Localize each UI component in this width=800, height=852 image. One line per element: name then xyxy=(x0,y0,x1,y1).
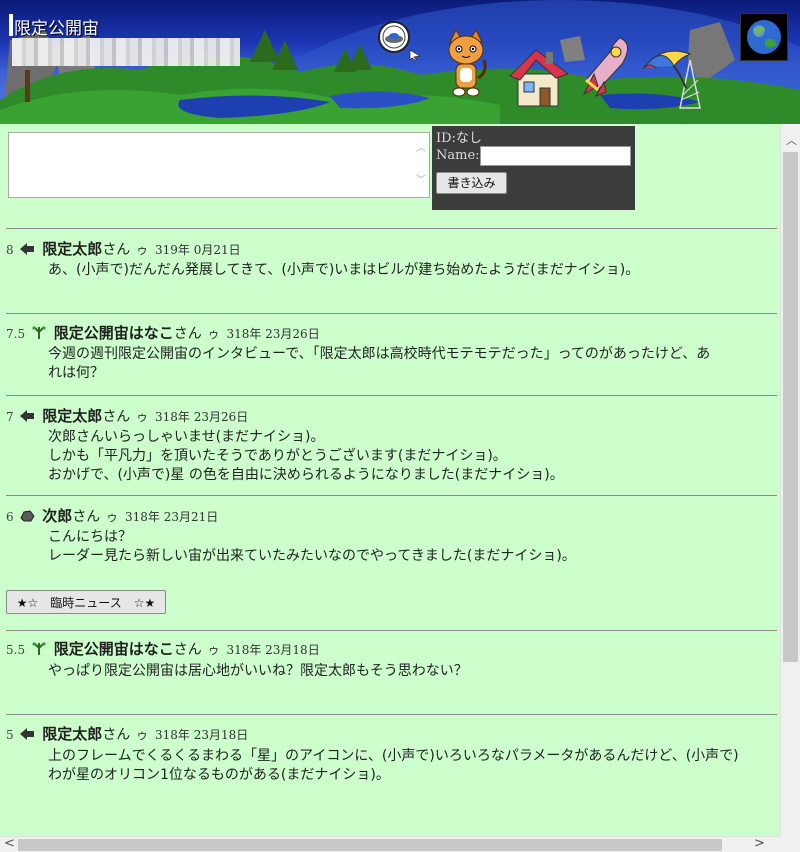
header-banner: 限定公開宙 xyxy=(0,0,800,124)
horizontal-scroll-thumb[interactable] xyxy=(18,839,722,851)
umbrella-icon[interactable] xyxy=(640,44,698,94)
post-header: 6 次郎さん ゥ 318年 23月21日 xyxy=(6,507,218,526)
post-line: あ、(小声で)だんだん発展してきて、(小声で)いまはビルが建ち始めたようだ(まだ… xyxy=(48,262,640,278)
cat-character-icon[interactable] xyxy=(442,28,490,100)
globe-button[interactable] xyxy=(740,13,788,61)
post-author[interactable]: 限定太郎 xyxy=(42,240,102,258)
post-number: 5 xyxy=(6,728,14,742)
post-body: やっぱり限定公開宙は居心地がいいね？限定太郎もそう思わない？ xyxy=(48,662,760,681)
flower-icon xyxy=(32,326,46,339)
post-number: 6 xyxy=(6,510,14,524)
post-author[interactable]: 限定太郎 xyxy=(42,407,102,425)
post-u-mark: ゥ xyxy=(106,510,119,524)
post-date: 318年 23月18日 xyxy=(154,728,249,742)
rock-icon xyxy=(20,510,36,522)
post-honorific: さん xyxy=(102,727,131,743)
scroll-left-icon[interactable]: < xyxy=(4,836,15,851)
post-author[interactable]: 次郎 xyxy=(42,507,72,525)
title-accent-bar xyxy=(9,14,13,36)
post-author[interactable]: 限定公開宙はなこ xyxy=(54,324,174,342)
page-title: 限定公開宙 xyxy=(14,19,99,39)
post-line: やっぱり限定公開宙は居心地がいいね？限定太郎もそう思わない？ xyxy=(48,663,468,679)
post-number: 8 xyxy=(6,243,14,257)
flower-icon xyxy=(32,642,46,655)
post-divider xyxy=(6,495,777,496)
post-body: あ、(小声で)だんだん発展してきて、(小声で)いまはビルが建ち始めたようだ(まだ… xyxy=(48,261,760,280)
post-honorific: さん xyxy=(173,326,202,342)
submit-button[interactable]: 書き込み xyxy=(436,172,507,194)
arrow-icon xyxy=(20,728,35,740)
breaking-news-button[interactable]: ★☆ 臨時ニュース ☆★ xyxy=(6,590,166,614)
arrow-icon xyxy=(20,410,35,422)
post-form-panel: ID:なし Name: 書き込み xyxy=(432,126,635,210)
post-line: れは何？ xyxy=(48,365,104,381)
radar-search-icon[interactable] xyxy=(376,20,422,60)
id-label: ID:なし xyxy=(436,131,482,146)
post-line: レーダー見たら新しい宙が出来ていたみたいなのでやってきました(まだナイショ)。 xyxy=(48,548,576,564)
post-u-mark: ゥ xyxy=(207,327,220,341)
post-divider xyxy=(6,714,777,715)
post-honorific: さん xyxy=(72,509,101,525)
post-divider xyxy=(6,630,777,631)
post-u-mark: ゥ xyxy=(136,728,149,742)
textarea-scrollbar[interactable]: ︿ ﹀ xyxy=(413,133,429,197)
post-line: 次郎さんいらっしゃいませ(まだナイショ)。 xyxy=(48,429,325,445)
post-header: 5 限定太郎さん ゥ 318年 23月18日 xyxy=(6,725,248,744)
post-date: 318年 23月26日 xyxy=(154,410,249,424)
scrollbar-corner xyxy=(780,836,800,852)
post-date: 319年 0月21日 xyxy=(154,243,241,257)
post-body: こんにちは？ レーダー見たら新しい宙が出来ていたみたいなのでやってきました(まだ… xyxy=(48,528,760,566)
post-divider xyxy=(6,228,777,229)
rocket-icon[interactable] xyxy=(576,34,636,98)
post-line: こんにちは？ xyxy=(48,529,132,545)
name-label: Name: xyxy=(436,148,480,163)
blurred-subtitle xyxy=(12,38,240,66)
post-header: 7.5 限定公開宙はなこさん ゥ 318年 23月26日 xyxy=(6,324,320,343)
post-date: 318年 23月18日 xyxy=(226,643,320,657)
scroll-right-icon[interactable]: > xyxy=(754,836,765,851)
name-input[interactable] xyxy=(480,146,631,166)
vertical-scroll-thumb[interactable] xyxy=(783,152,798,662)
post-u-mark: ゥ xyxy=(207,643,220,657)
post-body: 次郎さんいらっしゃいませ(まだナイショ)。 しかも「平凡力」を頂いたそうでありが… xyxy=(48,428,760,485)
arrow-icon xyxy=(20,243,35,255)
vertical-scrollbar[interactable]: ︿ xyxy=(780,124,800,836)
scroll-up-icon[interactable]: ︿ xyxy=(786,132,797,148)
post-header: 8 限定太郎さん ゥ 319年 0月21日 xyxy=(6,240,241,259)
post-honorific: さん xyxy=(102,242,131,258)
globe-icon xyxy=(747,20,781,54)
post-author[interactable]: 限定太郎 xyxy=(42,725,102,743)
post-line: 上のフレームでくるくるまわる「星」のアイコンに、(小声で)いろいろなパラメータが… xyxy=(48,748,739,764)
message-textarea[interactable] xyxy=(8,132,430,198)
post-divider xyxy=(6,313,777,314)
post-line: 今週の週刊限定公開宙のインタビューで、「限定太郎は高校時代モテモテだった」っての… xyxy=(48,346,711,362)
post-divider xyxy=(6,395,777,396)
bbs-content-frame: ︿ ﹀ ID:なし Name: 書き込み 8 限定太郎さん ゥ 319年 0月21… xyxy=(0,124,780,836)
post-line: わが星のオリコン1位なるものがある(まだナイショ)。 xyxy=(48,767,390,783)
post-number: 7 xyxy=(6,410,14,424)
post-header: 7 限定太郎さん ゥ 318年 23月26日 xyxy=(6,407,248,426)
post-u-mark: ゥ xyxy=(136,410,149,424)
post-number: 7.5 xyxy=(6,327,26,341)
post-honorific: さん xyxy=(102,409,131,425)
post-body: 今週の週刊限定公開宙のインタビューで、「限定太郎は高校時代モテモテだった」っての… xyxy=(48,345,760,383)
post-date: 318年 23月26日 xyxy=(226,327,320,341)
post-line: しかも「平凡力」を頂いたそうでありがとうございます(まだナイショ)。 xyxy=(48,448,507,464)
post-u-mark: ゥ xyxy=(136,243,149,257)
post-line: おかげで、(小声で)星 の色を自由に決められるようになりました(まだナイショ)。 xyxy=(48,467,564,483)
post-header: 5.5 限定公開宙はなこさん ゥ 318年 23月18日 xyxy=(6,640,320,659)
post-number: 5.5 xyxy=(6,643,26,657)
house-icon[interactable] xyxy=(506,44,572,110)
post-body: 上のフレームでくるくるまわる「星」のアイコンに、(小声で)いろいろなパラメータが… xyxy=(48,747,760,785)
post-honorific: さん xyxy=(173,642,202,658)
post-date: 318年 23月21日 xyxy=(124,510,219,524)
post-author[interactable]: 限定公開宙はなこ xyxy=(54,640,174,658)
horizontal-scrollbar[interactable]: < > xyxy=(0,836,780,852)
